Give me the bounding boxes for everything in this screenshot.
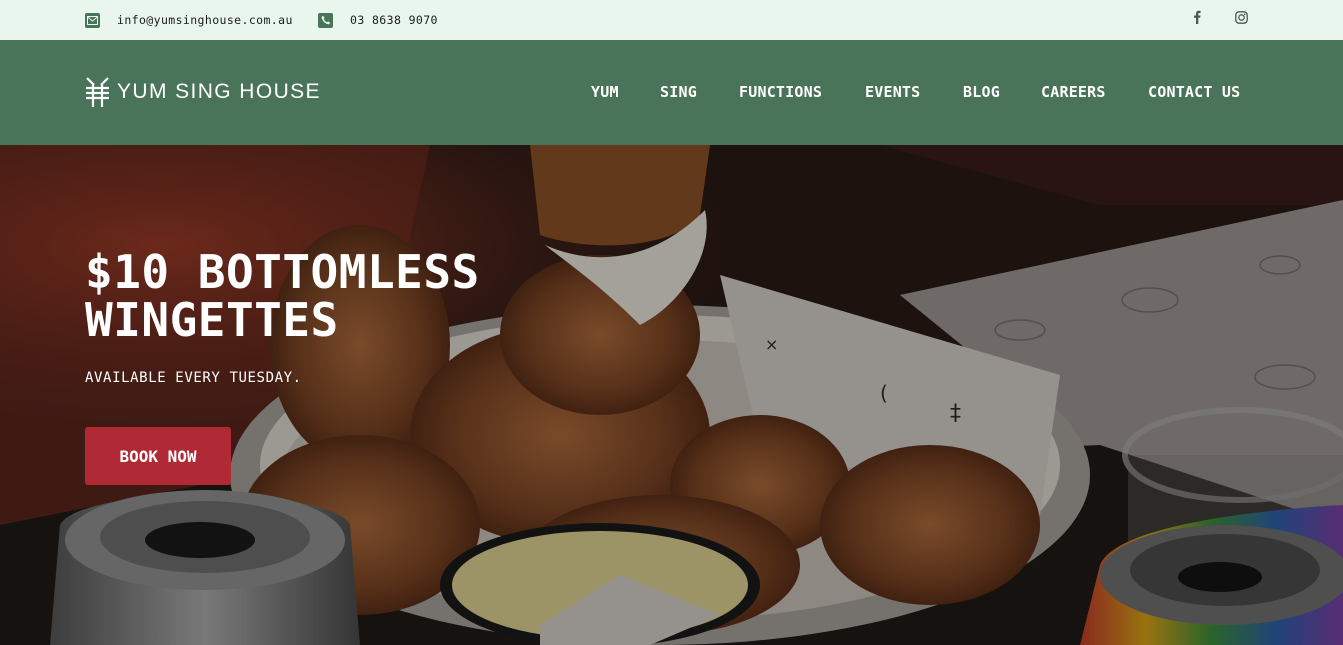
phone-link[interactable]: 03 8638 9070 (350, 13, 438, 27)
nav-functions[interactable]: FUNCTIONS (739, 83, 822, 101)
nav-events[interactable]: EVENTS (865, 83, 920, 101)
hero-banner: ‡ ( × $10 BOTTOMLESS WINGETTES AVAILABLE… (0, 145, 1343, 645)
nav-blog[interactable]: BLOG (963, 83, 1000, 101)
nav-careers[interactable]: CAREERS (1041, 83, 1106, 101)
instagram-icon (1235, 10, 1248, 24)
instagram-link[interactable] (1235, 0, 1248, 34)
logo-mark-icon (86, 77, 109, 107)
phone-icon (318, 12, 333, 28)
email-link[interactable]: info@yumsinghouse.com.au (117, 13, 293, 27)
book-now-button[interactable]: BOOK NOW (85, 427, 231, 485)
top-info-bar: info@yumsinghouse.com.au 03 8638 9070 (0, 0, 1343, 40)
envelope-icon (85, 12, 100, 28)
nav-contact-us[interactable]: CONTACT US (1148, 83, 1240, 101)
hero-subtitle: AVAILABLE EVERY TUESDAY. (85, 370, 302, 386)
facebook-link[interactable] (1192, 0, 1202, 34)
site-logo[interactable]: YUM SING HOUSE (85, 77, 321, 107)
logo-text: YUM SING HOUSE (117, 80, 321, 103)
nav-sing[interactable]: SING (660, 83, 697, 101)
hero-food-photo: ‡ ( × (0, 145, 1343, 645)
site-header: YUM SING HOUSE YUM SING FUNCTIONS EVENTS… (0, 40, 1343, 145)
facebook-icon (1194, 10, 1201, 24)
nav-yum[interactable]: YUM (591, 83, 619, 101)
hero-title: $10 BOTTOMLESS WINGETTES (85, 245, 480, 347)
phone-contact[interactable]: 03 8638 9070 (318, 0, 438, 40)
email-contact[interactable]: info@yumsinghouse.com.au (85, 0, 293, 40)
